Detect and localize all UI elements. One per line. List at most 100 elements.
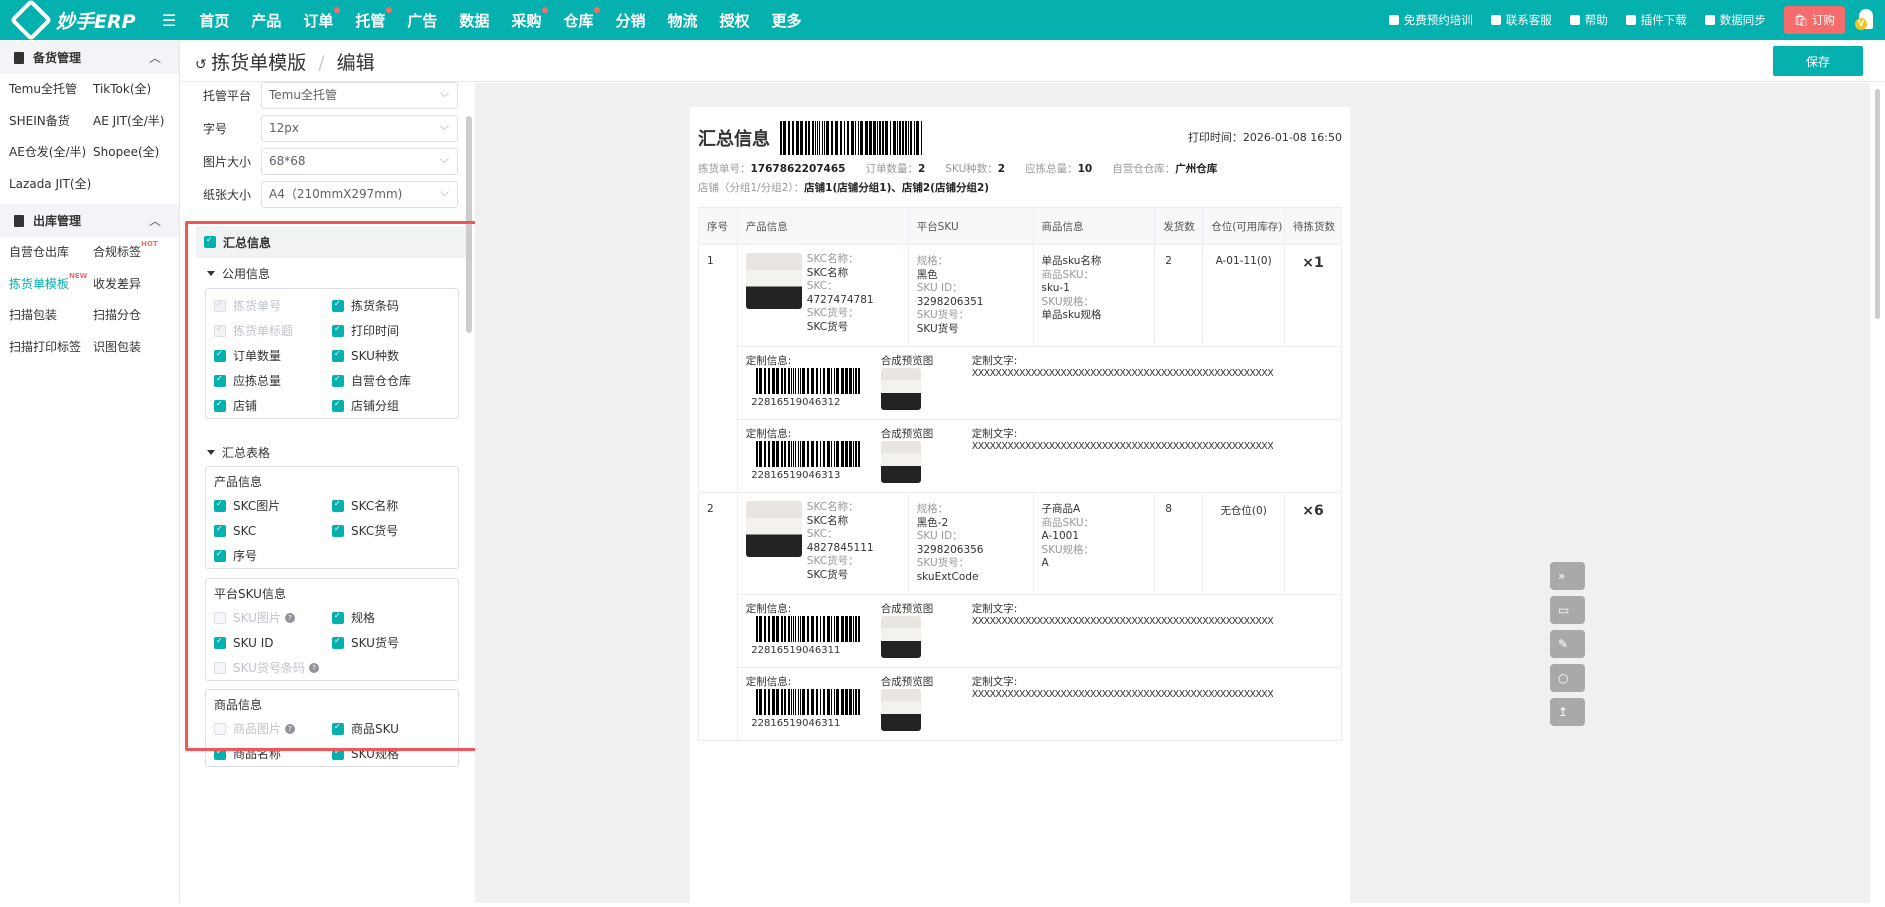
sidebar-item[interactable]: 识图包装: [93, 332, 183, 364]
field-select[interactable]: A4（210mmX297mm): [261, 180, 458, 208]
barcode-bar: [854, 616, 857, 642]
custom-text-label: 定制文字:: [971, 676, 1018, 688]
avatar[interactable]: V: [1855, 5, 1885, 35]
barcode: [755, 368, 861, 394]
barcode-bar: [780, 616, 783, 642]
barcode-bar: [763, 689, 766, 715]
product-field: SKC货号: [806, 320, 849, 333]
column-header: 商品信息: [1032, 207, 1156, 245]
form-row: 图片大小 68*68: [195, 145, 458, 178]
barcode-bar: [830, 616, 832, 642]
sidebar-item[interactable]: Shopee(全): [93, 137, 183, 169]
barcode-bar: [801, 368, 805, 394]
field-select[interactable]: Temu全托管: [261, 82, 458, 109]
field-select[interactable]: 12px: [261, 114, 458, 142]
nav-item[interactable]: 分销: [604, 10, 656, 31]
sidebar-item[interactable]: 合规标签 HOT: [93, 237, 183, 269]
sidebar-item[interactable]: 拣货单模板 NEW: [9, 269, 93, 301]
sidebar-item[interactable]: 扫描打印标签: [9, 332, 93, 364]
meta-item: 应拣总量：10: [1025, 161, 1092, 176]
nav-item[interactable]: 仓库: [552, 6, 604, 31]
sidebar-item[interactable]: TikTok(全): [93, 74, 183, 106]
edit-icon[interactable]: ✎: [1550, 630, 1585, 658]
barcode-bar: [852, 616, 854, 642]
sidebar: 备货管理 ︿ Temu全托管 TikTok(全) SHEIN备货 AE JIT(全/半) A…: [0, 40, 180, 903]
form-row: 字号 12px: [195, 112, 458, 145]
sidebar-item[interactable]: AE JIT(全/半): [93, 106, 183, 138]
barcode-bar: [755, 616, 758, 642]
barcode-bar: [848, 368, 852, 394]
back-icon[interactable]: ↺: [195, 57, 211, 73]
column-header: 产品信息: [736, 207, 909, 245]
field-select[interactable]: 68*68: [261, 147, 458, 175]
nav-item[interactable]: 授权: [709, 10, 761, 31]
barcode-bar: [780, 441, 783, 467]
meta-label: 自营仓仓库：: [1112, 163, 1176, 175]
sidebar-item[interactable]: SHEIN备货: [9, 106, 93, 138]
sync-icon: [1704, 15, 1715, 25]
search-icon[interactable]: ○: [1550, 664, 1585, 692]
barcode-bar: [848, 441, 852, 467]
top-link[interactable]: 帮助: [1569, 12, 1608, 28]
menu-toggle-icon[interactable]: ☰: [162, 11, 176, 30]
barcode-bar: [852, 689, 854, 715]
nav-item[interactable]: 采购: [500, 6, 552, 31]
barcode-bar: [854, 368, 857, 394]
top-link[interactable]: 数据同步: [1704, 12, 1766, 28]
sidebar-item[interactable]: AE仓发(全/半): [9, 137, 93, 169]
nav-item[interactable]: 托管: [344, 6, 396, 31]
barcode-bar: [844, 689, 848, 715]
barcode-bar: [916, 121, 919, 155]
custom-info-label: 定制信息:: [745, 676, 792, 688]
barcode-bar: [840, 616, 844, 642]
barcode-bar: [797, 368, 799, 394]
sidebar-item-label: 拣货单模板: [9, 276, 70, 291]
barcode-bar: [815, 616, 818, 642]
sidebar-item[interactable]: 扫描分仓: [93, 300, 183, 332]
nav-item[interactable]: 广告: [396, 10, 448, 31]
sidebar-item[interactable]: Temu全托管: [9, 74, 93, 106]
barcode-bar: [790, 616, 792, 642]
top-link[interactable]: 联系客服: [1490, 12, 1552, 28]
top-link[interactable]: 免费预约培训: [1388, 12, 1473, 28]
barcode-bar: [792, 121, 794, 155]
sidebar-item-label: Temu全托管: [9, 82, 77, 96]
barcode-bar: [771, 441, 775, 467]
sidebar-item[interactable]: 收发差异: [93, 269, 183, 301]
top-link[interactable]: 插件下载: [1625, 12, 1687, 28]
collapse-icon[interactable]: »: [1550, 562, 1585, 590]
sidebar-item-label: 扫描包装: [9, 308, 58, 322]
nav-item[interactable]: 更多: [761, 10, 813, 31]
print-time: 打印时间：2026-01-08 16:50: [1187, 131, 1342, 144]
barcode-bar: [826, 616, 830, 642]
sidebar-item[interactable]: Lazada JIT(全): [9, 169, 93, 201]
nav-item[interactable]: 首页: [188, 10, 240, 31]
page-scrollbar[interactable]: [1870, 83, 1885, 903]
goods-field: 单品sku名称: [1041, 255, 1102, 267]
barcode-bar: [775, 441, 779, 467]
barcode-bar: [840, 121, 842, 155]
nav-item[interactable]: 物流: [656, 10, 708, 31]
top-icon[interactable]: ↥: [1550, 698, 1585, 726]
breadcrumb-parent[interactable]: 拣货单模版: [211, 52, 306, 74]
nav-item[interactable]: 订单: [292, 6, 344, 31]
platform-sku-cell: 规格： 黑色 SKU ID： 3298206351 SKU货号： SKU货号: [907, 244, 1034, 347]
barcode-bar: [860, 121, 863, 155]
save-button[interactable]: 保存: [1773, 46, 1863, 76]
buy-button[interactable]: 🛍 订购: [1783, 6, 1845, 34]
barcode-bar: [831, 121, 833, 155]
sidebar-item[interactable]: 扫描包装: [9, 300, 93, 332]
custom-text-label: 定制文字:: [971, 428, 1018, 440]
nav-item[interactable]: 数据: [448, 10, 500, 31]
sidebar-section-header[interactable]: 备货管理 ︿: [0, 41, 179, 74]
pick-qty: ×1: [1284, 244, 1342, 347]
ship-qty: 8: [1154, 492, 1204, 595]
meta-label: SKU种数：: [945, 163, 998, 175]
column-header: 待拣货数: [1284, 207, 1342, 245]
barcode-bar: [810, 368, 814, 394]
nav-item[interactable]: 产品: [240, 10, 292, 31]
tablet-icon[interactable]: ▭: [1550, 596, 1585, 624]
logo[interactable]: 妙手ERP: [9, 0, 162, 42]
barcode-bar: [857, 368, 860, 394]
custom-cell: 定制信息: 22816519046311 合成预览图 定制文字: XXXXXXXXXXX…: [736, 594, 1343, 668]
